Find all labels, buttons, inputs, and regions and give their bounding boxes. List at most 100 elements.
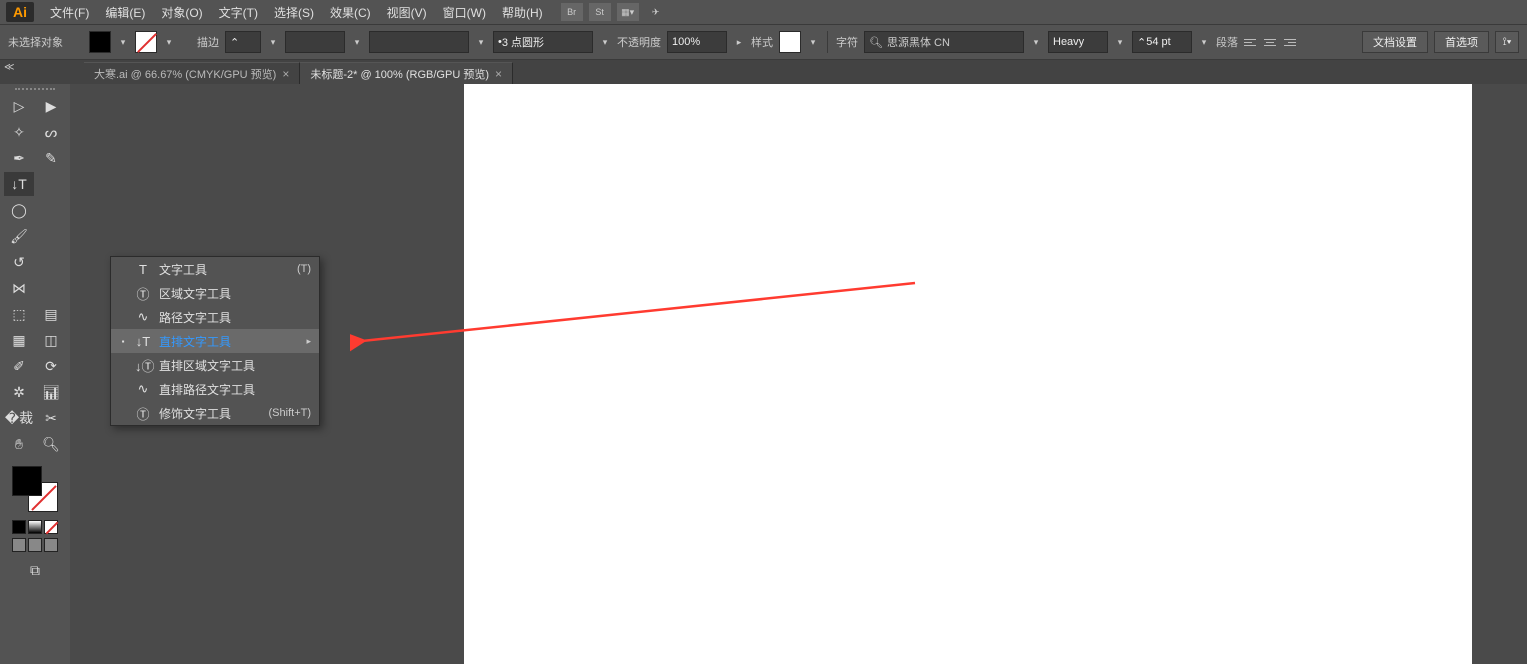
stroke-weight-dropdown[interactable]: ▾	[267, 31, 279, 53]
color-mode-solid[interactable]	[12, 520, 26, 534]
close-icon[interactable]: ×	[495, 67, 502, 81]
eyedropper-tool[interactable]: ✐	[4, 354, 34, 378]
fill-swatch[interactable]	[89, 31, 111, 53]
main-area: ▷ ▶ ✧ ᔕ ✒ ✎ ↓T ◯ 🖌︎ ↺ ⋈ ⬚ ▤ ▦ ◫ ✐ ⟳ ✲ 📊︎…	[0, 84, 1527, 664]
fill-color[interactable]	[12, 466, 42, 496]
font-size-field[interactable]: ⌃ 54 pt	[1132, 31, 1192, 53]
paintbrush-tool[interactable]: 🖌︎	[4, 224, 34, 248]
type-tool[interactable]: ↓T	[4, 172, 34, 196]
slice-tool[interactable]: ✂	[36, 406, 66, 430]
align-left-icon[interactable]	[1244, 33, 1260, 51]
tab-document-1[interactable]: 大寒.ai @ 66.67% (CMYK/GPU 预览) ×	[84, 62, 300, 84]
font-weight-dropdown[interactable]: ▾	[1114, 31, 1126, 53]
perspective-tool[interactable]: ▤	[36, 302, 66, 326]
brush-field[interactable]	[369, 31, 469, 53]
doc-setup-button[interactable]: 文档设置	[1362, 31, 1428, 53]
close-icon[interactable]: ×	[282, 67, 289, 81]
panel-collapse-icon[interactable]: ≪	[4, 62, 16, 73]
arrange-docs-icon[interactable]: ▦▾	[617, 3, 639, 21]
tab-label: 未标题-2* @ 100% (RGB/GPU 预览)	[310, 66, 489, 82]
hand-tool[interactable]: ✋︎	[4, 432, 34, 456]
zoom-tool[interactable]: 🔍︎	[36, 432, 66, 456]
flyout-path-type-tool[interactable]: ∿ 路径文字工具	[111, 305, 319, 329]
toolbox-grip[interactable]	[15, 88, 55, 92]
align-right-icon[interactable]	[1280, 33, 1296, 51]
style-dropdown[interactable]: ▾	[807, 31, 819, 53]
flyout-vertical-area-type-tool[interactable]: ↓Ⓣ 直排区域文字工具	[111, 353, 319, 377]
vertical-path-type-icon: ∿	[135, 381, 151, 397]
flyout-type-tool[interactable]: T 文字工具 (T)	[111, 257, 319, 281]
screen-mode-icon[interactable]: ⧉	[20, 558, 50, 582]
selection-tool[interactable]: ▷	[4, 94, 34, 118]
fill-stroke-control[interactable]	[10, 464, 60, 514]
font-dropdown[interactable]: ▾	[1030, 31, 1042, 53]
flyout-area-type-tool[interactable]: Ⓣ 区域文字工具	[111, 281, 319, 305]
menu-help[interactable]: 帮助(H)	[494, 0, 551, 24]
draw-inside[interactable]	[44, 538, 58, 552]
lasso-tool[interactable]: ᔕ	[36, 120, 66, 144]
menu-bar: Ai 文件(F) 编辑(E) 对象(O) 文字(T) 选择(S) 效果(C) 视…	[0, 0, 1527, 24]
menu-effect[interactable]: 效果(C)	[322, 0, 379, 24]
gpu-icon[interactable]: ✈	[645, 3, 667, 21]
gradient-tool[interactable]: ◫	[36, 328, 66, 352]
stroke-dash-field[interactable]	[285, 31, 345, 53]
bridge-icon[interactable]: Br	[561, 3, 583, 21]
opacity-dropdown[interactable]: ▸	[733, 31, 745, 53]
flyout-touch-type-tool[interactable]: Ⓣ 修饰文字工具 (Shift+T)	[111, 401, 319, 425]
font-size-dropdown[interactable]: ▾	[1198, 31, 1210, 53]
tab-document-2[interactable]: 未标题-2* @ 100% (RGB/GPU 预览) ×	[300, 62, 513, 84]
artboard-tool[interactable]: �裁	[4, 406, 34, 430]
submenu-arrow-icon: ▸	[306, 336, 311, 347]
ellipse-tool[interactable]: ◯	[4, 198, 34, 222]
fill-dropdown[interactable]: ▾	[117, 31, 129, 53]
rotate-tool[interactable]: ↺	[4, 250, 34, 274]
profile-dropdown[interactable]: ▾	[599, 31, 611, 53]
style-swatch[interactable]	[779, 31, 801, 53]
blend-tool[interactable]: ⟳	[36, 354, 66, 378]
color-mode-none[interactable]	[44, 520, 58, 534]
pen-tool[interactable]: ✒	[4, 146, 34, 170]
prefs-button[interactable]: 首选项	[1434, 31, 1489, 53]
vertical-type-icon: ↓T	[135, 334, 151, 349]
menu-type[interactable]: 文字(T)	[211, 0, 266, 24]
menu-file[interactable]: 文件(F)	[42, 0, 97, 24]
shape-builder-tool[interactable]: ⬚	[4, 302, 34, 326]
opacity-field[interactable]: 100%	[667, 31, 727, 53]
options-bar: 未选择对象 ▾ ▾ 描边 ⌃ ▾ ▾ ▾ • 3 点圆形 ▾ 不透明度 100%…	[0, 24, 1527, 60]
vertical-area-type-icon: ↓Ⓣ	[135, 356, 151, 375]
draw-behind[interactable]	[28, 538, 42, 552]
draw-normal[interactable]	[12, 538, 26, 552]
curvature-tool[interactable]: ✎	[36, 146, 66, 170]
flyout-vertical-path-type-tool[interactable]: ∿ 直排路径文字工具	[111, 377, 319, 401]
color-mode-row	[12, 520, 58, 534]
brush-dropdown[interactable]: ▾	[475, 31, 487, 53]
stroke-dash-dropdown[interactable]: ▾	[351, 31, 363, 53]
artboard[interactable]	[464, 84, 1472, 664]
color-mode-gradient[interactable]	[28, 520, 42, 534]
menu-object[interactable]: 对象(O)	[153, 0, 210, 24]
direct-selection-tool[interactable]: ▶	[36, 94, 66, 118]
magic-wand-tool[interactable]: ✧	[4, 120, 34, 144]
width-tool[interactable]: ⋈	[4, 276, 34, 300]
mesh-tool[interactable]: ▦	[4, 328, 34, 352]
stroke-weight-field[interactable]: ⌃	[225, 31, 261, 53]
menu-select[interactable]: 选择(S)	[266, 0, 322, 24]
char-label: 字符	[836, 34, 858, 50]
stroke-swatch-dropdown[interactable]: ▾	[163, 31, 175, 53]
stroke-swatch[interactable]	[135, 31, 157, 53]
style-label: 样式	[751, 34, 773, 50]
search-icon: 🔍︎	[869, 36, 883, 49]
font-weight-field[interactable]: Heavy	[1048, 31, 1108, 53]
font-search[interactable]: 🔍︎ 思源黑体 CN	[864, 31, 1024, 53]
menu-window[interactable]: 窗口(W)	[435, 0, 494, 24]
flyout-vertical-type-tool[interactable]: ▪ ↓T 直排文字工具 ▸	[111, 329, 319, 353]
align-center-icon[interactable]	[1262, 33, 1278, 51]
symbol-sprayer-tool[interactable]: ✲	[4, 380, 34, 404]
profile-field[interactable]: • 3 点圆形	[493, 31, 593, 53]
align-panel-icon[interactable]: ⟟▾	[1495, 31, 1519, 53]
column-graph-tool[interactable]: 📊︎	[36, 380, 66, 404]
menu-view[interactable]: 视图(V)	[379, 0, 435, 24]
bullet: ▪	[119, 337, 127, 346]
stock-icon[interactable]: St	[589, 3, 611, 21]
menu-edit[interactable]: 编辑(E)	[97, 0, 153, 24]
